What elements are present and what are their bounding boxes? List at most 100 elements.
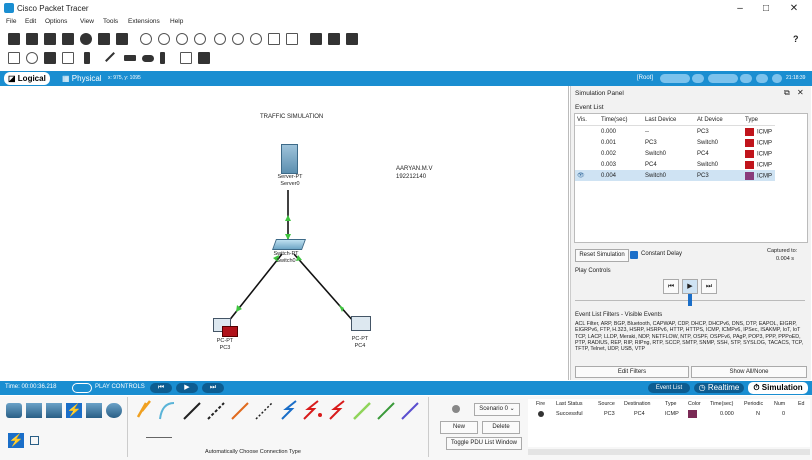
- link-switch-pc4[interactable]: [293, 253, 355, 323]
- simulation-mode-button[interactable]: ⏱ Simulation: [748, 382, 808, 394]
- pdu-list[interactable]: Fire Last Status Source Destination Type…: [528, 399, 810, 447]
- copper-cross-icon[interactable]: [207, 402, 225, 420]
- event-row[interactable]: 0.002 Switch0 PC4 ICMP: [575, 148, 775, 159]
- back-button[interactable]: ⏮: [150, 383, 172, 393]
- realtime-mode-button[interactable]: ◷ Realtime: [694, 383, 744, 393]
- constant-delay-checkbox[interactable]: [630, 251, 638, 259]
- viewport-icon[interactable]: [328, 33, 340, 45]
- tab-logical[interactable]: ◪ Logical: [4, 72, 50, 85]
- event-list-button[interactable]: Event List: [648, 383, 690, 393]
- forward-button[interactable]: ⏭: [202, 383, 224, 393]
- menu-tools[interactable]: Tools: [103, 18, 118, 25]
- new-file-icon[interactable]: [8, 33, 20, 45]
- ellipse-icon[interactable]: [142, 55, 154, 62]
- zoom-in-icon[interactable]: [214, 33, 226, 45]
- console-cable-icon[interactable]: [159, 402, 175, 420]
- zoom-out-icon[interactable]: [250, 33, 262, 45]
- network-info-icon[interactable]: [140, 33, 152, 45]
- delete-icon[interactable]: [44, 52, 56, 64]
- phone-cable-icon[interactable]: [255, 402, 273, 420]
- ipc-icon[interactable]: [310, 33, 322, 45]
- power-cycle-icon[interactable]: [72, 383, 92, 393]
- event-row[interactable]: 0.001 PC3 Switch0 ICMP: [575, 137, 775, 148]
- select-icon[interactable]: [8, 52, 20, 64]
- event-list[interactable]: Vis. Time(sec) Last Device At Device Typ…: [574, 113, 808, 243]
- copper-straight-icon[interactable]: [183, 402, 201, 420]
- menu-help[interactable]: Help: [170, 18, 183, 25]
- open-icon[interactable]: [26, 33, 38, 45]
- close-panel-icon[interactable]: ✕: [797, 88, 804, 97]
- back-icon[interactable]: [692, 74, 704, 83]
- delete-scenario-button[interactable]: Delete: [482, 421, 520, 434]
- misc-icon[interactable]: [86, 403, 102, 418]
- resize-icon[interactable]: [62, 52, 74, 64]
- drawing-palette-icon[interactable]: [268, 33, 280, 45]
- auto-connection-icon[interactable]: [136, 400, 151, 418]
- menu-edit[interactable]: Edit: [25, 18, 36, 25]
- save-icon[interactable]: [44, 33, 56, 45]
- coaxial-icon[interactable]: [281, 400, 297, 420]
- edit-filters-button[interactable]: Edit Filters: [575, 366, 689, 378]
- usb-cable-icon[interactable]: [401, 402, 419, 420]
- pc4-icon[interactable]: [351, 316, 371, 331]
- event-row-selected[interactable]: 👁 0.004 Switch0 PC3 ICMP: [575, 170, 775, 181]
- move-object-icon[interactable]: [740, 74, 752, 83]
- cluster-icon[interactable]: [660, 74, 690, 83]
- pdu-scrollbar[interactable]: [528, 449, 810, 455]
- user-icon[interactable]: [116, 33, 128, 45]
- play-pause-button[interactable]: ▶: [176, 383, 198, 393]
- menu-file[interactable]: File: [6, 18, 16, 25]
- maximize-icon[interactable]: □: [758, 2, 774, 15]
- grid-icon[interactable]: [30, 436, 39, 445]
- pdu-row[interactable]: Successful PC3 PC4 ICMP 0.000 N 0: [528, 410, 810, 420]
- undo-icon[interactable]: [176, 33, 188, 45]
- info-icon[interactable]: [80, 33, 92, 45]
- play-button[interactable]: ▶: [682, 279, 698, 294]
- serial-dce-icon[interactable]: [303, 400, 322, 420]
- serial-dte-icon[interactable]: [329, 400, 345, 420]
- speed-slider-handle[interactable]: [688, 294, 692, 306]
- toggle-pdu-list-button[interactable]: Toggle PDU List Window: [446, 437, 522, 450]
- menu-extensions[interactable]: Extensions: [128, 18, 160, 25]
- switch-icon[interactable]: [271, 239, 307, 250]
- mail-icon[interactable]: [180, 52, 192, 64]
- inspect-icon[interactable]: [26, 52, 38, 64]
- step-forward-button[interactable]: ⏭: [701, 279, 717, 294]
- reset-simulation-button[interactable]: Reset Simulation: [575, 249, 629, 262]
- network-devices-icon[interactable]: [6, 403, 22, 418]
- topology-icon[interactable]: [346, 33, 358, 45]
- connections-subcategory-icon[interactable]: ⚡: [8, 433, 24, 448]
- undock-icon[interactable]: ⧉: [784, 88, 790, 98]
- set-tiled-bg-icon[interactable]: [756, 74, 768, 83]
- iot-cable-icon[interactable]: [377, 402, 395, 420]
- print-icon[interactable]: [62, 33, 74, 45]
- new-scenario-button[interactable]: New: [440, 421, 478, 434]
- event-row[interactable]: 0.003 PC4 Switch0 ICMP: [575, 159, 775, 170]
- fire-icon[interactable]: [538, 411, 544, 417]
- multiuser-icon[interactable]: [106, 403, 122, 418]
- minimize-icon[interactable]: –: [732, 2, 748, 15]
- components-icon[interactable]: [46, 403, 62, 418]
- close-icon[interactable]: ✕: [786, 2, 802, 15]
- root-label[interactable]: [Root]: [637, 75, 653, 81]
- event-row[interactable]: 0.000 -- PC3 ICMP: [575, 126, 775, 138]
- tab-physical[interactable]: ▦ Physical: [58, 72, 106, 85]
- viewport-toggle-icon[interactable]: [772, 74, 782, 83]
- new-cluster-icon[interactable]: [708, 74, 738, 83]
- wizard-icon[interactable]: [98, 33, 110, 45]
- freeform-icon[interactable]: [160, 52, 165, 64]
- redo-icon[interactable]: [194, 33, 206, 45]
- step-back-button[interactable]: ⏮: [663, 279, 679, 294]
- show-all-none-button[interactable]: Show All/None: [691, 366, 807, 378]
- end-devices-icon[interactable]: [26, 403, 42, 418]
- menu-view[interactable]: View: [80, 18, 94, 25]
- logical-workspace[interactable]: TRAFFIC SIMULATION AARYAN.M.V 192212140 …: [0, 86, 569, 380]
- connections-icon[interactable]: ⚡: [66, 403, 82, 418]
- help-icon[interactable]: ?: [793, 34, 799, 44]
- server-icon[interactable]: [281, 144, 298, 174]
- fiber-icon[interactable]: [231, 402, 249, 420]
- line-icon[interactable]: [105, 52, 115, 62]
- octal-cable-icon[interactable]: [353, 402, 371, 420]
- custom-device-icon[interactable]: [286, 33, 298, 45]
- pdu-envelope-icon[interactable]: [222, 326, 238, 337]
